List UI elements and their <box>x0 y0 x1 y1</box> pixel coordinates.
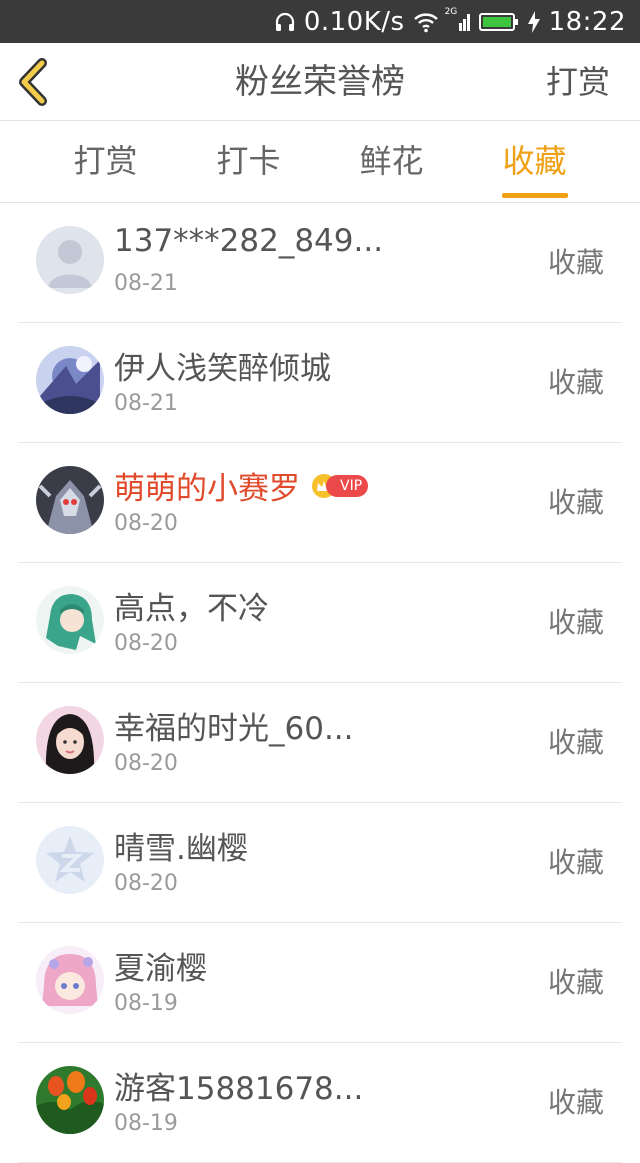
tab-flowers[interactable]: 鲜花 <box>320 122 463 202</box>
avatar <box>36 946 104 1014</box>
tab-favorites[interactable]: 收藏 <box>463 122 606 202</box>
user-name: 晴雪.幽樱 <box>114 831 248 867</box>
favorite-label: 收藏 <box>547 726 604 759</box>
page-title: 粉丝荣誉榜 <box>235 62 405 102</box>
fan-list: 137***282_849... 08-21 收藏 伊人浅笑醉倾城 08-21 … <box>0 203 640 1163</box>
vip-badge: VIP <box>312 473 369 499</box>
list-item[interactable]: 夏渝樱 08-19 收藏 <box>18 923 622 1043</box>
favorite-label: 收藏 <box>547 966 604 999</box>
list-item[interactable]: 137***282_849... 08-21 收藏 <box>18 203 622 323</box>
list-item[interactable]: 游客15881678... 08-19 收藏 <box>18 1043 622 1163</box>
network-type: 2G <box>444 6 458 17</box>
tab-checkin[interactable]: 打卡 <box>177 122 320 202</box>
qzone-star-icon <box>36 826 104 894</box>
date: 08-19 <box>114 1111 178 1136</box>
user-name: 伊人浅笑醉倾城 <box>114 351 331 387</box>
user-name: 幸福的时光_60... <box>114 711 354 747</box>
avatar <box>36 226 104 294</box>
headphones-icon <box>274 11 296 33</box>
date: 08-20 <box>114 871 178 896</box>
tab-bar: 打赏 打卡 鲜花 收藏 <box>0 122 640 203</box>
list-item[interactable]: 萌萌的小赛罗 VIP 08-20 收藏 <box>18 443 622 563</box>
favorite-label: 收藏 <box>547 1086 604 1119</box>
favorite-label: 收藏 <box>547 846 604 879</box>
avatar <box>36 346 104 414</box>
user-name: 游客15881678... <box>114 1071 364 1107</box>
signal-icon: 2G <box>445 7 471 33</box>
list-item[interactable]: 晴雪.幽樱 08-20 收藏 <box>18 803 622 923</box>
tab-reward[interactable]: 打赏 <box>34 122 177 202</box>
avatar <box>36 1066 104 1134</box>
user-name: 高点，不冷 <box>114 591 269 627</box>
avatar <box>36 586 104 654</box>
list-item[interactable]: 伊人浅笑醉倾城 08-21 收藏 <box>18 323 622 443</box>
favorite-label: 收藏 <box>547 606 604 639</box>
user-name: 萌萌的小赛罗 VIP <box>114 463 369 508</box>
avatar <box>36 826 104 894</box>
user-name-text: 萌萌的小赛罗 <box>114 471 300 507</box>
list-item[interactable]: 幸福的时光_60... 08-20 收藏 <box>18 683 622 803</box>
date: 08-20 <box>114 511 178 536</box>
user-name: 夏渝樱 <box>114 951 207 987</box>
date: 08-21 <box>114 271 178 296</box>
status-bar: 0.10K/s 2G 18:22 <box>0 0 640 43</box>
reward-button[interactable]: 打赏 <box>546 43 610 121</box>
date: 08-20 <box>114 751 178 776</box>
favorite-label: 收藏 <box>547 246 604 279</box>
header-bar: 粉丝荣誉榜 打赏 <box>0 43 640 121</box>
avatar <box>36 706 104 774</box>
favorite-label: 收藏 <box>547 366 604 399</box>
favorite-label: 收藏 <box>547 486 604 519</box>
date: 08-19 <box>114 991 178 1016</box>
avatar <box>36 466 104 534</box>
list-item[interactable]: 高点，不冷 08-20 收藏 <box>18 563 622 683</box>
user-name: 137***282_849... <box>114 223 384 259</box>
default-user-icon <box>36 226 104 294</box>
clock: 18:22 <box>548 6 626 37</box>
network-speed: 0.10K/s <box>303 6 405 37</box>
status-icons: 0.10K/s 2G 18:22 <box>274 0 626 43</box>
battery-icon <box>478 11 519 33</box>
vip-label: VIP <box>326 474 369 497</box>
date: 08-21 <box>114 391 178 416</box>
charging-icon <box>527 10 541 34</box>
date: 08-20 <box>114 631 178 656</box>
wifi-icon <box>413 11 439 33</box>
